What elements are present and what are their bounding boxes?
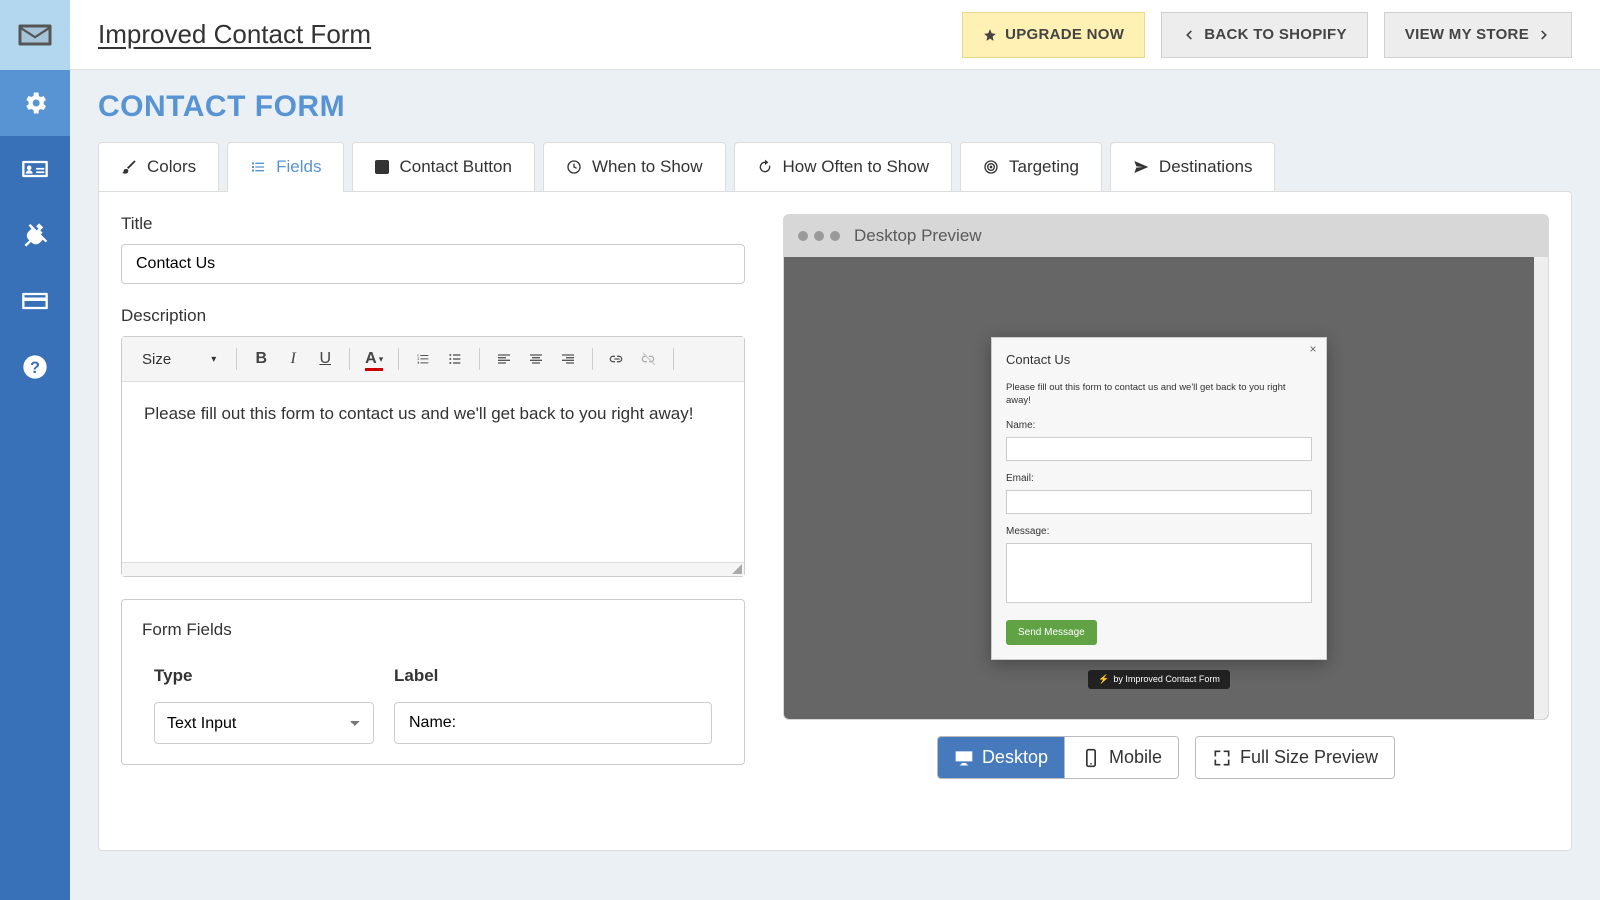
sidebar-item-billing[interactable] [0,268,70,334]
underline-button[interactable]: U [311,345,339,373]
brush-icon [121,159,137,175]
field-label-input[interactable] [394,702,712,744]
desktop-toggle[interactable]: Desktop [938,737,1064,778]
description-editor: Size▾ B I U A▾ [121,336,745,577]
sidebar-item-integrations[interactable] [0,202,70,268]
popup-name-label: Name: [1006,420,1312,431]
tab-contact-button[interactable]: Contact Button [352,142,534,191]
gears-icon [21,89,49,117]
popup-description: Please fill out this form to contact us … [1006,381,1312,408]
description-label: Description [121,306,745,326]
expand-icon [1212,748,1232,768]
form-fields-heading: Form Fields [142,620,724,640]
section-title: CONTACT FORM [98,90,1572,124]
popup-message-textarea[interactable] [1006,543,1312,603]
preview-title: Desktop Preview [854,226,982,246]
column-label: Label [394,666,712,686]
sidebar-item-settings[interactable] [0,70,70,136]
tab-colors[interactable]: Colors [98,142,219,191]
popup-message-label: Message: [1006,526,1312,537]
svg-text:?: ? [30,359,40,377]
form-fields-block: Form Fields Type Label Text Input [121,599,745,765]
unordered-list-button[interactable] [441,345,469,373]
tabs: Colors Fields Contact Button When to Sho… [98,142,1572,191]
id-card-icon [21,155,49,183]
upgrade-button[interactable]: UPGRADE NOW [962,12,1145,58]
bolt-icon: ⚡ [1098,674,1109,685]
mobile-toggle[interactable]: Mobile [1064,737,1178,778]
popup-close-button[interactable]: × [1306,342,1320,356]
caret-down-icon: ▾ [211,354,216,365]
send-icon [1133,159,1149,175]
italic-button[interactable]: I [279,345,307,373]
sidebar: ? [0,0,70,900]
clock-icon [566,159,582,175]
editor-toolbar: Size▾ B I U A▾ [122,337,744,382]
window-dots [798,231,840,241]
app-logo [0,0,70,70]
full-size-preview-button[interactable]: Full Size Preview [1196,737,1394,778]
envelope-icon [17,17,53,53]
tab-targeting[interactable]: Targeting [960,142,1102,191]
star-icon [983,28,997,42]
sidebar-item-help[interactable]: ? [0,334,70,400]
description-textarea[interactable]: Please fill out this form to contact us … [122,382,744,562]
monitor-icon [954,748,974,768]
column-type: Type [154,666,374,686]
align-left-button[interactable] [490,345,518,373]
unlink-button[interactable] [635,345,663,373]
ordered-list-button[interactable] [409,345,437,373]
help-icon: ? [21,353,49,381]
credit-card-icon [21,287,49,315]
link-button[interactable] [603,345,631,373]
tab-how-often[interactable]: How Often to Show [734,142,952,191]
app-title[interactable]: Improved Contact Form [98,19,371,50]
mobile-icon [1081,748,1101,768]
title-label: Title [121,214,745,234]
target-icon [983,159,999,175]
title-input[interactable] [121,244,745,284]
tab-when-to-show[interactable]: When to Show [543,142,726,191]
popup-send-button[interactable]: Send Message [1006,620,1097,645]
resize-grip[interactable] [732,564,742,574]
popup-name-input[interactable] [1006,437,1312,461]
tab-fields[interactable]: Fields [227,142,344,191]
popup-email-input[interactable] [1006,490,1312,514]
popup-email-label: Email: [1006,473,1312,484]
sidebar-item-form[interactable] [0,136,70,202]
field-type-select[interactable]: Text Input [154,702,374,744]
back-to-shopify-button[interactable]: BACK TO SHOPIFY [1161,12,1368,58]
align-center-button[interactable] [522,345,550,373]
contact-popup: × Contact Us Please fill out this form t… [991,337,1327,660]
align-right-button[interactable] [554,345,582,373]
panel: Title Description Size▾ B I U [98,191,1572,851]
form-field-row: Text Input [142,702,724,744]
preview-stage: × Contact Us Please fill out this form t… [784,257,1548,719]
square-icon [375,160,389,174]
tab-destinations[interactable]: Destinations [1110,142,1276,191]
list-icon [250,159,266,175]
header: Improved Contact Form UPGRADE NOW BACK T… [70,0,1600,70]
refresh-icon [757,159,773,175]
view-store-button[interactable]: VIEW MY STORE [1384,12,1572,58]
preview-toggles: Desktop Mobile Full Size Preview [783,736,1549,779]
chevron-right-icon [1537,28,1551,42]
popup-title: Contact Us [1006,352,1312,367]
powered-by-badge: ⚡ by Improved Contact Form [1088,670,1230,689]
bold-button[interactable]: B [247,345,275,373]
preview-window: Desktop Preview × Contact Us Please fill… [783,214,1549,720]
size-selector[interactable]: Size▾ [132,347,226,372]
chevron-left-icon [1182,28,1196,42]
text-color-button[interactable]: A▾ [360,345,388,373]
plug-icon [21,221,49,249]
